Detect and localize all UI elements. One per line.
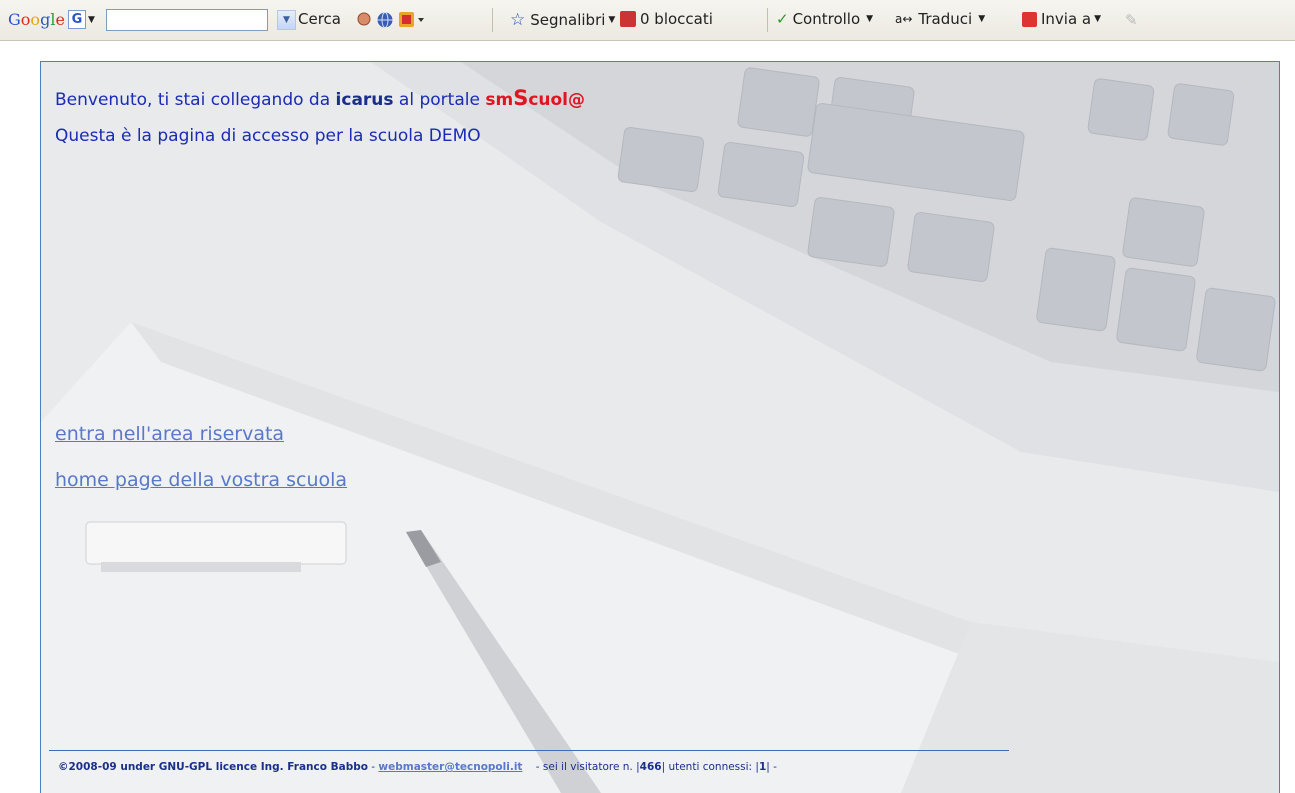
host-name: icarus [335,90,394,110]
footer: ©2008-09 under GNU-GPL licence Ing. Fran… [58,761,777,773]
send-to-button[interactable]: Invia a ▼ [1022,10,1101,28]
chevron-down-icon: ▼ [978,14,986,24]
blocked-label: 0 bloccati [640,10,713,28]
visitor-prefix: - sei il visitatore n. | [522,761,640,773]
toolbar-separator [767,8,768,32]
google-logo[interactable]: Google [8,10,65,29]
translate-icon: a↔ [895,12,913,26]
search-input[interactable] [107,10,251,30]
search-button-label: Cerca [298,10,341,28]
spellcheck-icon: ✓ [776,10,789,28]
page-frame: Benvenuto, ti stai collegando da icarus … [40,61,1280,793]
chevron-down-icon: ▼ [866,14,874,24]
search-button[interactable]: Cerca [298,10,341,28]
chevron-down-icon: ▼ [1094,14,1102,24]
chevron-down-icon: ▼ [88,14,95,25]
welcome-message: Benvenuto, ti stai collegando da icarus … [55,86,585,110]
bookmarks-button[interactable]: ☆ Segnalibri ▼ [510,10,615,30]
portal-brand: smScuol@ [485,86,585,110]
highlight-icon[interactable] [355,11,373,31]
pencil-icon[interactable]: ✎ [1125,11,1138,29]
g-icon: G [68,10,86,29]
brand-part: S [513,86,529,110]
send-label: Invia a [1041,10,1092,28]
footer-suffix: | - [766,761,777,773]
footer-divider [49,750,1009,751]
welcome-prefix: Benvenuto, ti stai collegando da [55,90,336,110]
brand-part: sm [485,90,514,110]
translate-label: Traduci [918,10,973,28]
globe-icon[interactable] [376,11,394,33]
users-prefix: | utenti connessi: | [661,761,759,773]
google-menu-button[interactable]: G ▼ [68,10,95,29]
visitor-count: 466 [639,761,662,773]
welcome-mid: al portale [393,90,486,110]
footer-dash: - [367,761,379,773]
spellcheck-label: Controllo [792,10,861,28]
star-icon: ☆ [510,10,526,30]
google-toolbar: Google G ▼ ▼ Cerca ☆ Segnalibri ▼ 0 bloc… [0,0,1295,41]
brand-part: cuol@ [528,90,585,110]
popup-blocker-icon[interactable] [398,11,426,33]
send-icon [1022,11,1037,27]
toolbar-separator [492,8,493,32]
translate-button[interactable]: a↔ Traduci ▼ [895,10,985,28]
blocked-button[interactable]: 0 bloccati [620,10,713,28]
spellcheck-button[interactable]: ✓ Controllo ▼ [776,10,873,28]
chevron-down-icon: ▼ [608,15,616,25]
bookmarks-label: Segnalibri [530,11,606,29]
search-dropdown-button[interactable]: ▼ [277,10,296,30]
webmaster-email-link[interactable]: webmaster@tecnopoli.it [378,761,522,773]
search-box[interactable] [106,9,268,31]
reserved-area-link[interactable]: entra nell'area riservata [55,423,284,445]
copyright-text: ©2008-09 under GNU-GPL licence Ing. Fran… [58,761,368,773]
block-icon [620,11,636,27]
access-text: Questa è la pagina di accesso per la scu… [55,126,481,146]
school-home-link[interactable]: home page della vostra scuola [55,469,347,491]
